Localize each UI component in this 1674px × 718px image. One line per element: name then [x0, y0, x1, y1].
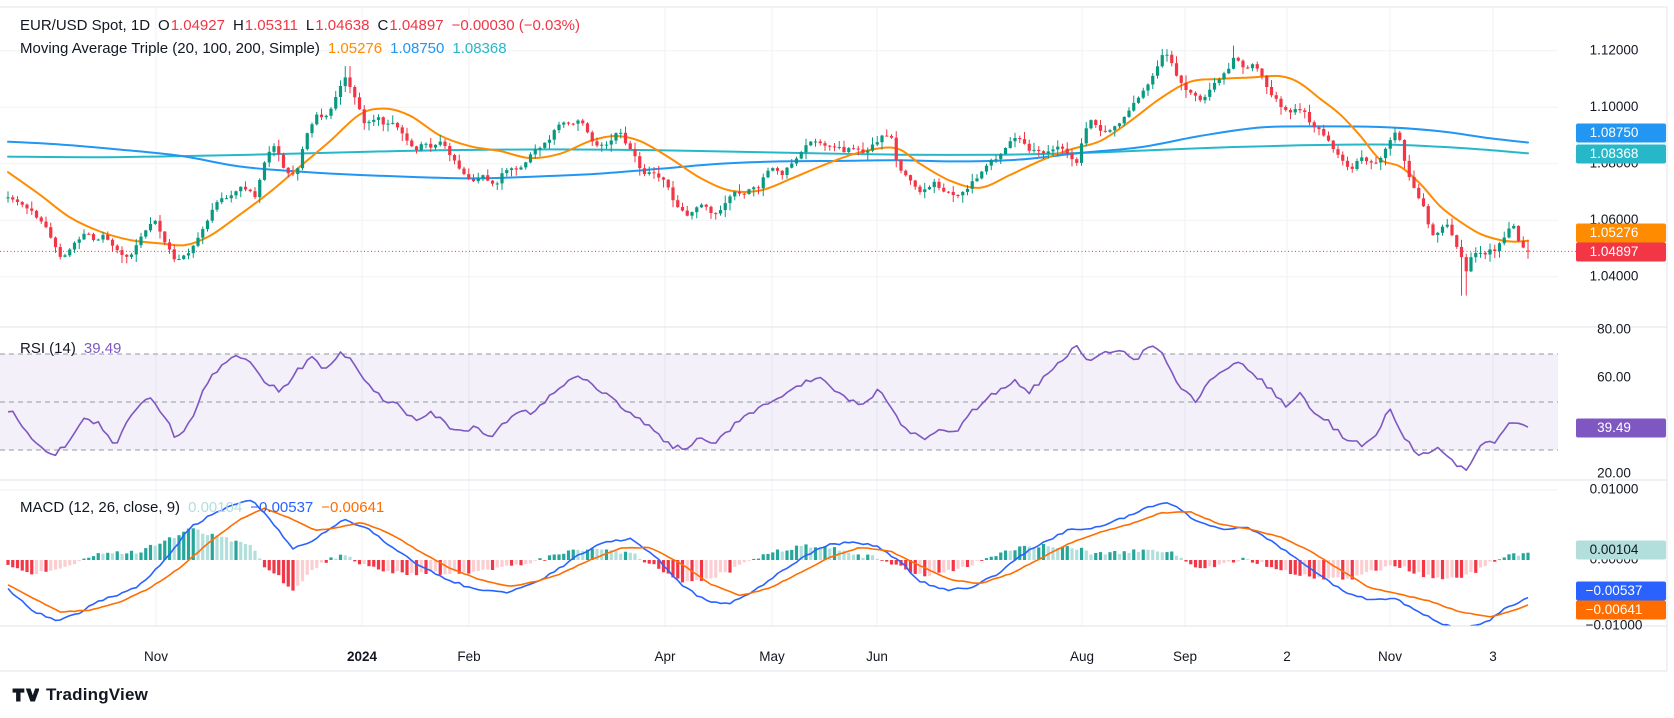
time-axis-label: 3: [1489, 649, 1497, 664]
svg-text:1.04000: 1.04000: [1590, 268, 1639, 283]
ma100-value: 1.08750: [390, 40, 445, 57]
axis-badge: 1.08750: [1576, 123, 1666, 143]
macd-hist-value: 0.00104: [188, 499, 243, 516]
time-axis[interactable]: Nov 2024 Feb Apr May Jun Aug Sep 2 Nov 3: [144, 649, 1497, 664]
svg-text:−0.01000: −0.01000: [1586, 618, 1643, 633]
time-axis-label: Feb: [457, 649, 480, 664]
price-axis[interactable]: 1.120001.100001.080001.060001.0400080.00…: [1576, 42, 1666, 633]
svg-text:1.08368: 1.08368: [1590, 146, 1639, 161]
ma-indicator-title: Moving Average Triple (20, 100, 200, Sim…: [20, 40, 320, 57]
svg-text:0.01000: 0.01000: [1590, 482, 1639, 497]
rsi-legend-row[interactable]: RSI (14) 39.49: [20, 340, 121, 357]
axis-badge: −0.00537: [1576, 581, 1666, 601]
svg-text:1.05276: 1.05276: [1590, 225, 1639, 240]
axis-badge: −0.00641: [1576, 600, 1666, 620]
svg-text:20.00: 20.00: [1597, 466, 1631, 481]
change-value: −0.00030 (−0.03%): [451, 17, 580, 34]
time-axis-label: Nov: [144, 649, 168, 664]
axis-badge: 1.08368: [1576, 144, 1666, 164]
svg-text:60.00: 60.00: [1597, 370, 1631, 385]
svg-text:1.04897: 1.04897: [1590, 244, 1639, 259]
ma20-value: 1.05276: [327, 40, 383, 57]
time-gridlines: [155, 7, 1494, 626]
rsi-pane[interactable]: [0, 344, 1558, 472]
axis-badge: 0.00104: [1576, 540, 1666, 560]
rsi-value: 39.49: [83, 340, 122, 357]
tradingview-logo-text: TradingView: [46, 685, 149, 704]
rsi-title: RSI (14): [20, 340, 76, 357]
axis-badge: 39.49: [1576, 418, 1666, 438]
svg-text:−0.00537: −0.00537: [1586, 583, 1643, 598]
svg-text:80.00: 80.00: [1597, 322, 1631, 337]
axis-badge: 1.04897: [1576, 242, 1666, 262]
tradingview-chart-window: 1.120001.100001.080001.060001.0400080.00…: [0, 0, 1674, 718]
macd-signal-value: −0.00641: [321, 499, 385, 516]
axis-badge: 1.05276: [1576, 223, 1666, 243]
svg-text:0.00104: 0.00104: [1590, 542, 1639, 557]
symbol-legend-row[interactable]: EUR/USD Spot, 1D O 1.04927 H 1.05311 L 1.04…: [20, 17, 580, 34]
ma-line: [7, 143, 1529, 159]
svg-text:1.08750: 1.08750: [1590, 125, 1639, 140]
time-axis-label: Sep: [1173, 649, 1197, 664]
macd-pane[interactable]: [6, 499, 1530, 629]
open-value: O 1.04927: [158, 17, 225, 34]
low-value: L 1.04638: [305, 17, 370, 34]
time-axis-label: 2024: [347, 649, 378, 664]
time-axis-label: Jun: [866, 649, 888, 664]
high-value: H 1.05311: [232, 17, 298, 34]
time-axis-label: Nov: [1378, 649, 1402, 664]
macd-legend-row[interactable]: MACD (12, 26, close, 9) 0.00104 −0.00537…: [20, 499, 384, 516]
tradingview-logo[interactable]: TradingView: [12, 685, 148, 705]
symbol-title: EUR/USD Spot, 1D: [20, 17, 151, 34]
time-axis-label: May: [759, 649, 785, 664]
time-axis-label: Apr: [654, 649, 676, 664]
pane-separators: [0, 6, 1668, 672]
macd-line-value: −0.00537: [250, 499, 314, 516]
ma200-value: 1.08368: [452, 40, 507, 57]
svg-text:1.12000: 1.12000: [1590, 42, 1639, 57]
ma-legend-row[interactable]: Moving Average Triple (20, 100, 200, Sim…: [20, 40, 507, 57]
close-value: C 1.04897: [377, 17, 444, 34]
main-pane[interactable]: [6, 45, 1530, 296]
time-axis-label: Aug: [1070, 649, 1094, 664]
svg-text:−0.00641: −0.00641: [1586, 602, 1643, 617]
svg-text:1.10000: 1.10000: [1590, 99, 1639, 114]
macd-title: MACD (12, 26, close, 9): [20, 499, 181, 516]
tradingview-logo-icon: [12, 688, 39, 702]
chart-canvas[interactable]: 1.120001.100001.080001.060001.0400080.00…: [0, 0, 1674, 718]
time-axis-label: 2: [1283, 649, 1291, 664]
svg-text:39.49: 39.49: [1597, 420, 1631, 435]
